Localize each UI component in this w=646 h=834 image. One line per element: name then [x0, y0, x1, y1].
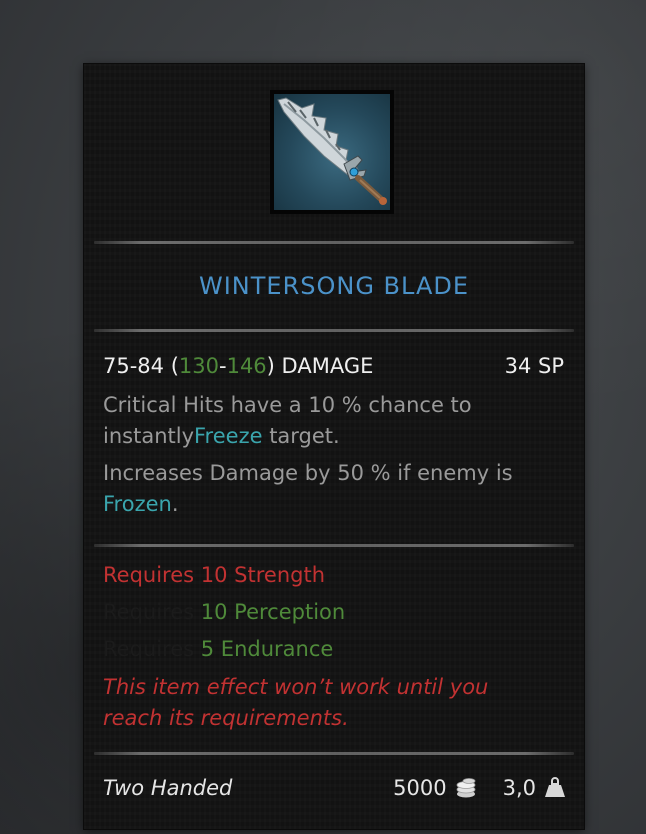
wintersong-blade-sword-icon [274, 94, 390, 210]
item-value-weight: 5000 3,0 [393, 776, 566, 800]
requirement-strength: Requires 10 Strength [103, 563, 326, 587]
weight-value: 3,0 [502, 776, 536, 800]
damage-effect-line-2: Frozen. [103, 492, 179, 516]
weight-icon [544, 777, 566, 799]
crit-effect-line-1: Critical Hits have a 10 % chance to [103, 393, 472, 417]
frozen-keyword: Frozen [103, 492, 172, 516]
crit-effect-line-2: instantlyFreeze target. [103, 424, 340, 448]
price-value: 5000 [393, 776, 447, 800]
stamina-cost: 34 SP [504, 354, 564, 378]
damage-line: 75-84 (130-146) DAMAGE [103, 354, 374, 378]
divider-footer [94, 752, 574, 755]
damage-effect-line-1: Increases Damage by 50 % if enemy is [103, 461, 513, 485]
requirement-endurance: Requires 5 Endurance [103, 637, 334, 661]
damage-bonus-low: 130 [178, 354, 219, 378]
requirement-warning-line-1: This item effect won’t work until you [103, 675, 489, 699]
freeze-keyword: Freeze [194, 424, 263, 448]
damage-base: 75-84 [103, 354, 165, 378]
requirement-perception: Requires 10 Perception [103, 600, 346, 624]
item-icon-frame [270, 90, 394, 214]
damage-label: DAMAGE [281, 354, 374, 378]
handedness-label: Two Handed [103, 776, 233, 800]
item-name: WINTERSONG BLADE [198, 272, 469, 300]
damage-bonus-high: 146 [226, 354, 267, 378]
item-tooltip-panel: WINTERSONG BLADE 75-84 (130-146) DAMAGE … [84, 64, 584, 829]
divider-title [94, 329, 574, 332]
coins-icon [455, 777, 477, 799]
divider-top [94, 241, 574, 244]
divider-effects [94, 544, 574, 547]
requirement-warning-line-2: reach its requirements. [103, 706, 349, 730]
